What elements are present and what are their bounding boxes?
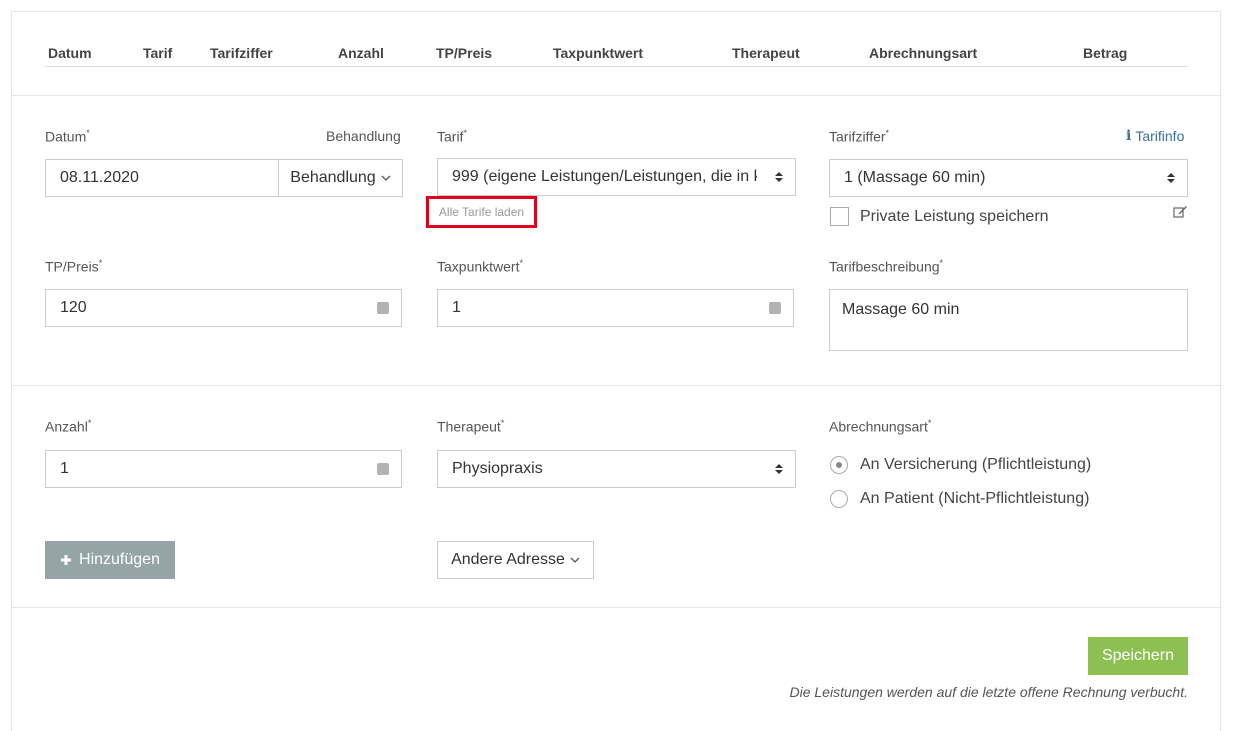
col-header-anzahl: Anzahl	[338, 45, 384, 61]
chevron-down-icon	[570, 557, 580, 563]
col-header-taxpunktwert: Taxpunktwert	[553, 45, 643, 61]
therapeut-select-value: Physiopraxis	[452, 460, 543, 477]
col-header-tp-preis: TP/Preis	[436, 45, 493, 61]
load-all-tariffs-link[interactable]: Alle Tarife laden	[426, 196, 537, 228]
square-icon	[768, 302, 781, 314]
radio-patient-label: An Patient (Nicht-Pflichtleistung)	[860, 490, 1090, 507]
select-arrows-icon	[1167, 173, 1175, 183]
radio-versicherung-label: An Versicherung (Pflichtleistung)	[860, 456, 1092, 473]
behandlung-label: Behandlung	[326, 128, 401, 144]
tarif-select-value: 999 (eigene Leistungen/Leistungen, die i…	[452, 168, 757, 185]
anzahl-input[interactable]: 1	[45, 450, 365, 488]
col-header-tarifziffer: Tarifziffer	[210, 45, 273, 61]
other-address-button[interactable]: Andere Adresse	[437, 541, 594, 579]
col-header-betrag: Betrag	[1083, 45, 1128, 61]
footer-note: Die Leistungen werden auf die letzte off…	[789, 684, 1189, 700]
tarifbeschreibung-textarea[interactable]: Massage 60 min	[829, 289, 1188, 351]
therapeut-select[interactable]: Physiopraxis	[437, 450, 796, 488]
therapeut-label: Therapeut*	[437, 418, 505, 435]
behandlung-dropdown[interactable]: Behandlung	[278, 159, 403, 197]
anzahl-value: 1	[60, 460, 69, 477]
abrechnungsart-label: Abrechnungsart*	[829, 418, 932, 435]
section-divider	[11, 95, 1222, 96]
section-divider	[11, 385, 1222, 386]
tarifbeschreibung-value: Massage 60 min	[842, 301, 960, 318]
private-leistung-label: Private Leistung speichern	[860, 208, 1049, 225]
tp-preis-input[interactable]: 120	[45, 289, 365, 327]
radio-patient[interactable]	[830, 490, 848, 508]
col-header-abrechnungsart: Abrechnungsart	[869, 45, 978, 61]
save-button-label: Speichern	[1101, 647, 1175, 664]
tarifziffer-select-value: 1 (Massage 60 min)	[844, 169, 986, 186]
col-header-tarif: Tarif	[143, 45, 173, 61]
tp-preis-value: 120	[60, 299, 87, 316]
datum-value: 08.11.2020	[60, 169, 139, 186]
private-leistung-checkbox[interactable]	[830, 207, 849, 226]
save-button[interactable]: Speichern	[1088, 637, 1188, 675]
plus-icon	[61, 555, 72, 565]
header-underline	[45, 66, 1188, 67]
datum-label: Datum*	[45, 128, 90, 145]
info-icon: i	[1126, 128, 1132, 144]
edit-icon[interactable]	[1173, 205, 1188, 219]
tp-preis-label: TP/Preis*	[45, 258, 103, 275]
anzahl-label: Anzahl*	[45, 418, 92, 435]
tarifziffer-label: Tarifziffer*	[829, 128, 890, 145]
tarif-select[interactable]: 999 (eigene Leistungen/Leistungen, die i…	[437, 158, 796, 196]
square-icon	[376, 463, 389, 475]
taxpunktwert-addon[interactable]	[756, 289, 794, 327]
col-header-datum: Datum	[48, 45, 92, 61]
section-divider	[11, 607, 1222, 608]
chevron-down-icon	[381, 175, 391, 181]
behandlung-dropdown-label: Behandlung	[290, 169, 376, 186]
tarifbeschreibung-label: Tarifbeschreibung*	[829, 258, 944, 275]
radio-versicherung[interactable]	[830, 456, 848, 474]
col-header-therapeut: Therapeut	[732, 45, 800, 61]
tarif-label: Tarif*	[437, 128, 467, 145]
taxpunktwert-value: 1	[452, 299, 461, 316]
square-icon	[376, 302, 389, 314]
select-arrows-icon	[775, 464, 783, 474]
anzahl-addon[interactable]	[364, 450, 402, 488]
tp-preis-addon[interactable]	[364, 289, 402, 327]
radio-selected-dot	[836, 462, 842, 468]
tarifinfo-label: Tarifinfo	[1135, 128, 1185, 144]
taxpunktwert-input[interactable]: 1	[437, 289, 757, 327]
add-button[interactable]: Hinzufügen	[45, 541, 175, 579]
add-button-label: Hinzufügen	[79, 551, 160, 568]
load-all-tariffs-label: Alle Tarife laden	[438, 205, 525, 219]
tarifziffer-select[interactable]: 1 (Massage 60 min)	[829, 159, 1188, 197]
taxpunktwert-label: Taxpunktwert*	[437, 258, 523, 275]
form-panel	[11, 11, 1221, 731]
datum-input[interactable]: 08.11.2020	[45, 159, 279, 197]
other-address-label: Andere Adresse	[451, 551, 565, 568]
tarifinfo-link[interactable]: i Tarifinfo	[1126, 128, 1184, 144]
select-arrows-icon	[775, 172, 783, 182]
